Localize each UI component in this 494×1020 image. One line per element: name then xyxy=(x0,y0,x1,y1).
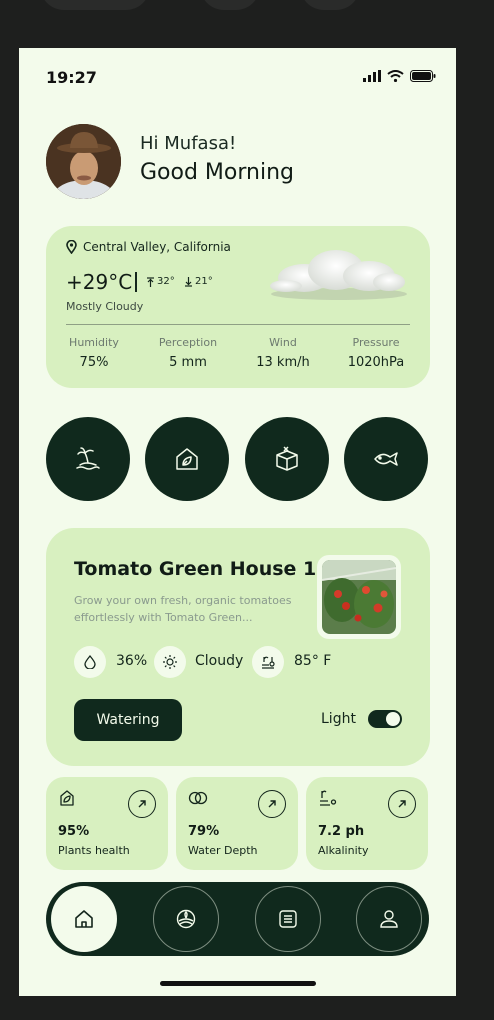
profile-icon xyxy=(380,910,398,928)
greenhouse-title: Tomato Green House 1 xyxy=(74,558,317,580)
weather-location: Central Valley, California xyxy=(83,240,231,254)
home-icon xyxy=(75,910,93,928)
open-button[interactable] xyxy=(258,790,286,818)
stat-card-alkalinity[interactable]: 7.2 ph Alkalinity xyxy=(306,777,428,870)
background-shape xyxy=(200,0,260,10)
greeting-name: Hi Mufasa! xyxy=(140,133,237,154)
divider xyxy=(66,324,410,325)
greenhouse-humidity: 36% xyxy=(116,653,148,669)
stat-label: Water Depth xyxy=(188,844,258,857)
greeting-salutation: Good Morning xyxy=(140,160,294,185)
stat-card-plants-health[interactable]: 95% Plants health xyxy=(46,777,168,870)
quick-action-fish[interactable] xyxy=(344,417,428,501)
avatar-photo xyxy=(46,124,121,199)
stat-value: 7.2 ph xyxy=(318,824,365,839)
stat-label: Plants health xyxy=(58,844,130,857)
nav-home[interactable] xyxy=(51,886,117,952)
wifi-icon xyxy=(387,70,404,82)
temperature-chip xyxy=(252,646,284,678)
water-drop-icon xyxy=(84,655,96,669)
leaf-home-icon xyxy=(176,448,198,470)
signal-icon xyxy=(363,70,381,82)
background-shape xyxy=(40,0,150,10)
background-shape xyxy=(300,0,360,10)
location-pin-icon xyxy=(66,240,77,254)
greenhouse-card[interactable]: Tomato Green House 1 Grow your own fresh… xyxy=(46,528,430,766)
arrow-up-right-icon xyxy=(268,800,276,808)
greenhouse-temperature: 85° F xyxy=(294,653,332,669)
greenhouse-photo xyxy=(317,555,401,639)
weather-high: 32° xyxy=(157,276,175,287)
quick-action-plant-home[interactable] xyxy=(145,417,229,501)
toggle-knob xyxy=(386,712,400,726)
open-button[interactable] xyxy=(128,790,156,818)
arrow-down-icon xyxy=(185,276,192,287)
nav-farm[interactable] xyxy=(153,886,219,952)
status-time: 19:27 xyxy=(46,68,97,87)
watering-button[interactable]: Watering xyxy=(74,699,182,741)
cloud-icon xyxy=(270,250,407,300)
weather-stat-pressure: Pressure 1020hPa xyxy=(347,336,405,370)
stat-card-water-depth[interactable]: 79% Water Depth xyxy=(176,777,298,870)
light-label: Light xyxy=(321,711,356,727)
arrow-up-right-icon xyxy=(138,800,146,808)
weather-stat-wind: Wind 13 km/h xyxy=(256,336,310,370)
seed-box-icon xyxy=(276,446,298,471)
weather-low: 21° xyxy=(195,276,213,287)
weather-card[interactable]: Central Valley, California +29°C 32° 21°… xyxy=(46,226,430,388)
bottom-nav xyxy=(46,882,429,956)
arrow-up-right-icon xyxy=(398,800,406,808)
battery-icon xyxy=(410,70,436,82)
water-depth-icon xyxy=(188,791,208,805)
avatar[interactable] xyxy=(46,124,121,199)
weather-condition: Mostly Cloudy xyxy=(66,300,144,313)
fish-icon xyxy=(374,452,398,466)
plant-health-icon xyxy=(60,790,74,806)
humidity-chip xyxy=(74,646,106,678)
island-icon xyxy=(76,447,100,470)
stat-value: 95% xyxy=(58,824,90,839)
divider xyxy=(135,272,137,292)
stat-value: 79% xyxy=(188,824,220,839)
weather-chip xyxy=(154,646,186,678)
weather-temperature: +29°C xyxy=(66,270,133,294)
list-icon xyxy=(279,910,297,928)
sun-icon xyxy=(163,655,177,669)
status-bar: 19:27 xyxy=(46,68,436,88)
greenhouse-weather: Cloudy xyxy=(195,653,244,669)
quick-action-island[interactable] xyxy=(46,417,130,501)
phone-screen: 19:27 Hi Mufasa! Good Morning Central Va… xyxy=(19,48,456,996)
greenhouse-description: Grow your own fresh, organic tomatoes ef… xyxy=(74,594,292,624)
weather-stat-perception: Perception 5 mm xyxy=(158,336,218,370)
plant-temperature-icon xyxy=(262,656,275,669)
nav-list[interactable] xyxy=(255,886,321,952)
tomato-plant-image xyxy=(322,560,396,634)
quick-action-seeds[interactable] xyxy=(245,417,329,501)
home-indicator xyxy=(160,981,316,986)
stat-label: Alkalinity xyxy=(318,844,369,857)
open-button[interactable] xyxy=(388,790,416,818)
alkalinity-icon xyxy=(320,790,337,806)
light-toggle[interactable] xyxy=(368,710,402,728)
nav-profile[interactable] xyxy=(356,886,422,952)
arrow-up-icon xyxy=(147,276,154,287)
weather-stat-humidity: Humidity 75% xyxy=(69,336,119,370)
farm-icon xyxy=(176,909,196,929)
